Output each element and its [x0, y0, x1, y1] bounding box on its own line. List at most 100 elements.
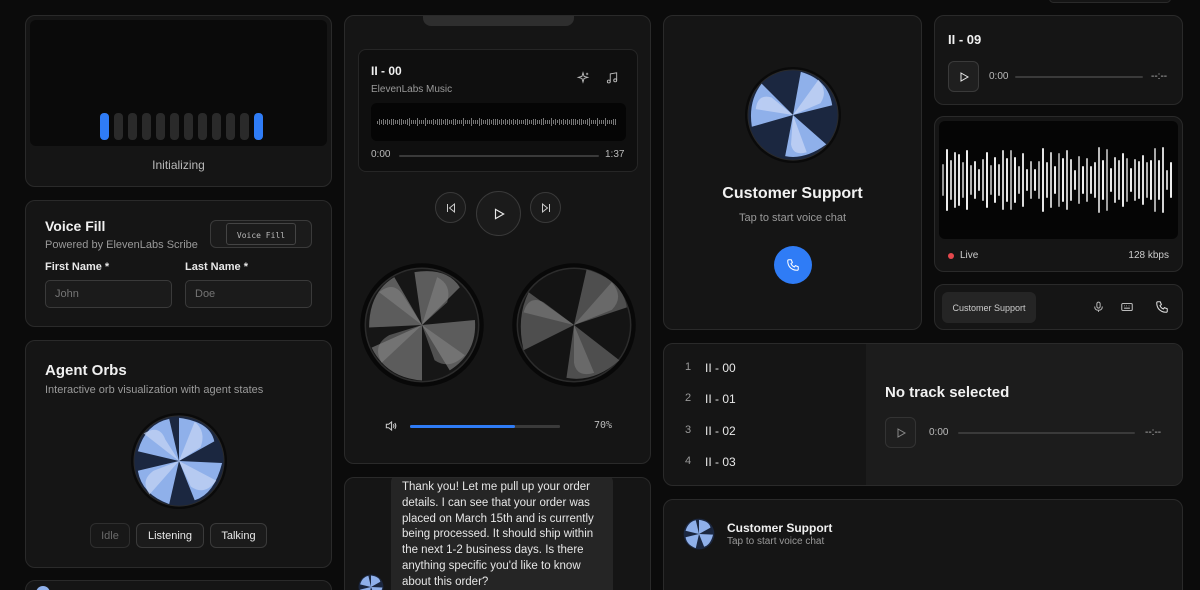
waveform-bar [473, 119, 474, 125]
waveform-bar [457, 120, 458, 124]
bottom-left-card [25, 580, 332, 590]
meter-bar [184, 113, 193, 140]
play-icon [960, 71, 969, 82]
sparkle-icon[interactable] [576, 71, 590, 90]
waveform-bar [411, 120, 412, 124]
next-button[interactable] [530, 192, 561, 223]
waveform-bar [477, 120, 478, 124]
play-button[interactable] [476, 191, 521, 236]
waveform-bar [433, 118, 434, 126]
track-waveform[interactable] [371, 103, 626, 141]
phone-icon[interactable] [1155, 300, 1169, 319]
meter-bar [114, 113, 123, 140]
live-wave-bar [1074, 169, 1076, 191]
waveform-bar [425, 118, 426, 126]
track-row[interactable]: 2 II - 01 [664, 386, 864, 412]
support-orb [744, 66, 842, 164]
mini-play-button[interactable] [948, 61, 979, 92]
meter-bars [100, 113, 270, 141]
track-name: II - 02 [705, 424, 736, 438]
initializing-card: Initializing [25, 15, 332, 187]
waveform-bar [507, 119, 508, 125]
skip-forward-icon [541, 202, 550, 213]
state-listening-button[interactable]: Listening [136, 523, 204, 548]
volume-slider[interactable] [410, 425, 560, 428]
track-number: 2 [685, 392, 692, 404]
state-talking-button[interactable]: Talking [210, 523, 267, 548]
waveform-bar [385, 119, 386, 125]
music-player-card: II - 00 ElevenLabs Music 0:00 1:37 70% [344, 15, 651, 464]
skip-back-icon [446, 202, 455, 213]
waveform-bar [419, 119, 420, 125]
live-wave-bar [1086, 158, 1088, 202]
waveform-bar [499, 119, 500, 125]
music-note-icon[interactable] [605, 71, 619, 90]
waveform-bar [549, 119, 550, 125]
waveform-bar [391, 118, 392, 126]
waveform-bar [517, 118, 518, 126]
waveform-bar [459, 119, 460, 125]
track-row[interactable]: 3 II - 02 [664, 418, 864, 444]
waveform-bar [397, 120, 398, 124]
live-wave-bar [1022, 153, 1024, 207]
live-wave-bar [1050, 152, 1052, 208]
waveform-bar [435, 119, 436, 125]
waveform-bar [389, 119, 390, 125]
chat-bubble: Thank you! Let me pull up your order det… [391, 478, 613, 590]
waveform-bar [401, 118, 402, 126]
live-wave-bar [1042, 148, 1044, 212]
playlist-time-current: 0:00 [929, 427, 949, 438]
live-waveform [939, 121, 1178, 239]
chat-avatar [358, 574, 384, 590]
waveform-bar [543, 118, 544, 126]
waveform-bar [581, 118, 582, 126]
volume-icon[interactable] [384, 419, 398, 438]
last-name-field[interactable] [185, 280, 312, 308]
playlist-time-total: --:-- [1145, 427, 1162, 438]
waveform-bar [505, 119, 506, 125]
waveform-bar [487, 118, 488, 126]
seek-bar[interactable] [399, 155, 599, 157]
support-bar-pill[interactable]: Customer Support [942, 292, 1036, 323]
first-name-field[interactable] [45, 280, 172, 308]
voice-fill-button[interactable]: Voice Fill [210, 220, 312, 248]
playlist-seek-bar[interactable] [958, 432, 1135, 434]
player-handle [423, 16, 574, 26]
waveform-bar [603, 120, 604, 124]
waveform-bar [561, 119, 562, 125]
microphone-icon[interactable] [1092, 300, 1105, 319]
waveform-bar [551, 118, 552, 126]
track-row[interactable]: 4 II - 03 [664, 449, 864, 475]
live-wave-bar [1066, 149, 1068, 211]
first-name-label: First Name * [45, 261, 110, 273]
mini-seek-bar[interactable] [1015, 76, 1143, 78]
meter-bar [212, 113, 221, 140]
waveform-bar [481, 119, 482, 125]
keyboard-icon[interactable] [1120, 300, 1134, 319]
waveform-bar [565, 119, 566, 125]
waveform-bar [413, 120, 414, 124]
state-talking-label: Talking [221, 529, 256, 542]
previous-button[interactable] [435, 192, 466, 223]
track-list: 1 II - 00 2 II - 01 3 II - 02 4 II - 03 [664, 344, 865, 485]
track-row[interactable]: 1 II - 00 [664, 355, 864, 381]
call-button[interactable] [774, 246, 812, 284]
meter-bar [142, 113, 151, 140]
track-number: 3 [685, 424, 692, 436]
waveform-bar [403, 120, 404, 124]
live-wave-bar [1110, 168, 1112, 192]
left-orb-graphic [360, 263, 484, 387]
track-name: II - 01 [705, 392, 736, 406]
live-wave-bar [1018, 166, 1020, 194]
waveform-bar [525, 118, 526, 126]
waveform-bar [429, 119, 430, 125]
waveform-bar [509, 118, 510, 126]
waveform-bar [443, 119, 444, 125]
meter-bar [170, 113, 179, 140]
waveform-bar [409, 118, 410, 126]
waveform-bar [377, 120, 378, 124]
waveform-bar [609, 119, 610, 124]
playlist-play-button[interactable] [885, 417, 916, 448]
state-idle-button[interactable]: Idle [90, 523, 130, 548]
waveform-bar [597, 118, 598, 126]
